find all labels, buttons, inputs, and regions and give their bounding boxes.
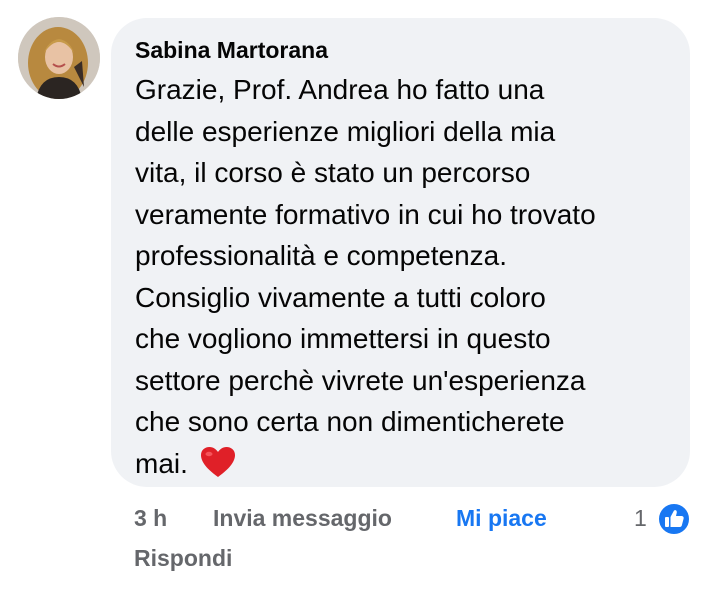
comment-actions: 3 h Invia messaggio Mi piace 1 [134, 502, 720, 536]
comment-line: mai. [135, 447, 188, 479]
comment-line: settore perchè vivrete un'esperienza [135, 364, 586, 396]
comment-line: che vogliono immettersi in questo [135, 323, 551, 354]
comment-author[interactable]: Sabina Martorana [135, 36, 670, 64]
timestamp[interactable]: 3 h [134, 505, 167, 532]
thumbs-up-icon[interactable] [657, 502, 691, 536]
comment-bubble: Sabina Martorana Grazie, Prof. Andrea ho… [111, 18, 690, 487]
comment-line: delle esperienze migliori della mia [135, 115, 556, 147]
comment-line: Grazie, Prof. Andrea ho fatto una [135, 74, 545, 105]
comment-line: Consiglio vivamente a tutti coloro [135, 281, 546, 313]
avatar[interactable] [18, 17, 100, 99]
like-button[interactable]: Mi piace [456, 505, 547, 532]
comment-line: professionalità e competenza. [135, 240, 507, 271]
comment-line: vita, il corso è stato un percorso [135, 157, 531, 188]
reaction-count[interactable]: 1 [634, 505, 647, 532]
comment-line-last: mai. [135, 443, 670, 490]
reply-button[interactable]: Rispondi [134, 545, 232, 572]
comment-line: che sono certa non dimenticherete [135, 406, 565, 437]
comment-line: veramente formativo in cui ho trovato [135, 198, 596, 230]
heart-emoji [200, 446, 236, 490]
send-message-button[interactable]: Invia messaggio [213, 505, 392, 532]
profile-photo [18, 17, 100, 99]
comment-text: Grazie, Prof. Andrea ho fatto una delle … [135, 69, 670, 489]
